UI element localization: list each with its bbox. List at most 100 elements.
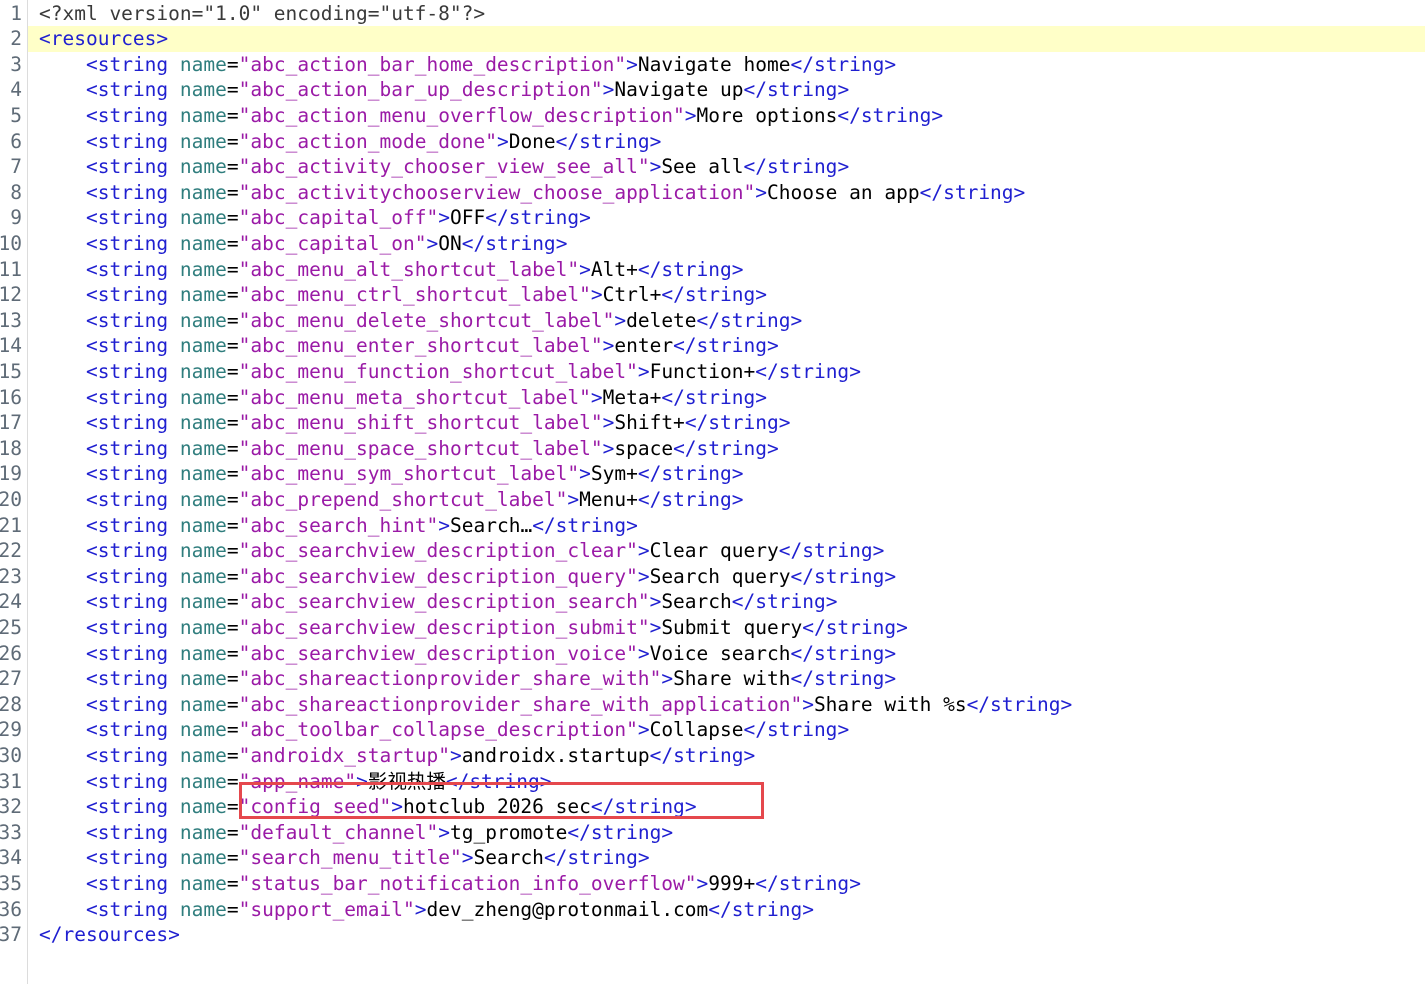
tag-bracket: < — [85, 590, 98, 614]
tag-name: string — [97, 180, 169, 204]
tag-bracket: </ — [731, 590, 756, 614]
code-line[interactable]: </resources> — [28, 922, 1425, 948]
tag-name: string — [97, 359, 169, 383]
tag-bracket: </ — [637, 462, 662, 486]
code-line[interactable]: <string name="abc_shareactionprovider_sh… — [28, 666, 1425, 692]
code-line[interactable]: <string name="abc_activity_chooser_view_… — [28, 154, 1425, 180]
attribute-quote: " — [449, 846, 462, 870]
code-line[interactable]: <string name="abc_capital_off">OFF</stri… — [28, 205, 1425, 231]
code-line[interactable]: <string name="abc_search_hint">Search…</… — [28, 513, 1425, 539]
string-resource-name: abc_shareactionprovider_share_with — [250, 667, 650, 691]
code-line[interactable]: <string name="abc_menu_function_shortcut… — [28, 359, 1425, 385]
code-line[interactable]: <string name="abc_searchview_description… — [28, 641, 1425, 667]
attribute-equals: = — [226, 78, 239, 102]
tag-bracket: > — [414, 897, 427, 921]
code-line[interactable]: <string name="app_name">影视热播</string> — [28, 769, 1425, 795]
attribute-name: name — [179, 743, 227, 767]
tag-bracket: > — [602, 411, 615, 435]
code-line[interactable]: <string name="abc_activitychooserview_ch… — [28, 180, 1425, 206]
string-resource-name: abc_action_bar_home_description — [250, 52, 615, 76]
line-number: 13 — [0, 308, 22, 332]
line-number: 7 — [10, 155, 22, 179]
attribute-name: name — [179, 359, 227, 383]
code-line[interactable]: <string name="abc_prepend_shortcut_label… — [28, 487, 1425, 513]
code-line[interactable]: <string name="abc_menu_meta_shortcut_lab… — [28, 385, 1425, 411]
code-line[interactable]: <string name="abc_searchview_description… — [28, 564, 1425, 590]
attribute-quote: " — [379, 795, 392, 819]
string-resource-name: config_seed — [250, 795, 380, 819]
tag-name: string — [97, 334, 169, 358]
string-resource-value: tg_promote — [450, 820, 568, 844]
tag-bracket: > — [579, 206, 591, 230]
line-number: 35 — [0, 871, 22, 895]
code-line[interactable]: <resources> — [28, 26, 1425, 52]
tag-name: string — [485, 231, 556, 255]
code-line[interactable]: <string name="abc_searchview_description… — [28, 589, 1425, 615]
code-line[interactable]: <?xml version="1.0" encoding="utf-8"?> — [28, 1, 1425, 27]
attribute-name: name — [179, 283, 227, 307]
tag-name: string — [508, 206, 580, 230]
code-line[interactable]: <string name="status_bar_notification_in… — [28, 871, 1425, 897]
tag-bracket: > — [884, 564, 897, 588]
code-line[interactable]: <string name="androidx_startup">androidx… — [28, 743, 1425, 769]
code-line[interactable]: <string name="abc_menu_enter_shortcut_la… — [28, 333, 1425, 359]
line-number: 20 — [0, 487, 22, 511]
code-line[interactable]: <string name="abc_menu_space_shortcut_la… — [28, 436, 1425, 462]
tag-bracket: </ — [543, 846, 568, 870]
tag-bracket: < — [85, 462, 98, 486]
code-line[interactable]: <string name="search_menu_title">Search<… — [28, 845, 1425, 871]
code-line[interactable]: <string name="abc_menu_shift_shortcut_la… — [28, 410, 1425, 436]
tag-bracket: > — [731, 487, 744, 511]
string-resource-value: Choose an app — [766, 180, 920, 204]
xml-code-editor[interactable]: 1 2 3 4 5 6 7 8 9 10 11 12 13 14 15 16 17 18 19 20 21 22 23 24 2… — [0, 0, 1425, 984]
tag-bracket: </ — [567, 820, 591, 844]
line-number: 22 — [0, 539, 22, 563]
string-resource-name: abc_menu_delete_shortcut_label — [250, 308, 603, 332]
tag-bracket: > — [567, 487, 580, 511]
line-number: 19 — [0, 462, 22, 486]
code-line[interactable]: <string name="abc_searchview_description… — [28, 538, 1425, 564]
tag-bracket: > — [637, 718, 650, 742]
code-line[interactable]: <string name="abc_menu_alt_shortcut_labe… — [28, 257, 1425, 283]
string-resource-value: dev_zheng@protonmail.com — [426, 897, 709, 921]
code-line[interactable]: <string name="abc_menu_delete_shortcut_l… — [28, 308, 1425, 334]
code-line[interactable]: <string name="abc_shareactionprovider_sh… — [28, 692, 1425, 718]
code-line[interactable]: <string name="config_seed">hotclub_2026_… — [28, 794, 1425, 820]
tag-name: string — [97, 257, 169, 281]
attribute-quote: " — [238, 667, 251, 691]
code-line[interactable]: <string name="abc_action_bar_home_descri… — [28, 52, 1425, 78]
code-line[interactable]: <string name="abc_action_bar_up_descript… — [28, 77, 1425, 103]
attribute-quote: " — [238, 743, 251, 767]
tag-name: string — [97, 718, 169, 742]
line-number: 11 — [0, 257, 22, 281]
tag-bracket: < — [85, 257, 98, 281]
attribute-quote: " — [238, 206, 251, 230]
tag-bracket: > — [884, 641, 897, 665]
code-line[interactable]: <string name="abc_menu_sym_shortcut_labe… — [28, 461, 1425, 487]
code-line[interactable]: <string name="abc_capital_on">ON</string… — [28, 231, 1425, 257]
code-line[interactable]: <string name="abc_menu_ctrl_shortcut_lab… — [28, 282, 1425, 308]
attribute-quote: " — [579, 283, 591, 307]
tag-bracket: </ — [637, 487, 662, 511]
code-line[interactable]: <string name="abc_action_menu_overflow_d… — [28, 103, 1425, 129]
tag-bracket: > — [438, 206, 450, 230]
tag-bracket: </ — [590, 795, 615, 819]
code-line[interactable]: <string name="default_channel">tg_promot… — [28, 820, 1425, 846]
string-resource-value: Share with — [673, 667, 791, 691]
code-line[interactable]: <string name="abc_toolbar_collapse_descr… — [28, 717, 1425, 743]
tag-bracket: </ — [445, 769, 470, 793]
code-line[interactable]: <string name="abc_action_mode_done">Done… — [28, 129, 1425, 155]
tag-name: string — [97, 308, 169, 332]
tag-name: string — [579, 129, 650, 153]
tag-bracket: < — [85, 436, 98, 460]
attribute-quote: " — [238, 257, 251, 281]
tag-bracket: < — [85, 871, 98, 895]
code-line[interactable]: <string name="support_email">dev_zheng@p… — [28, 897, 1425, 923]
string-resource-value: Collapse — [649, 718, 744, 742]
tag-bracket: < — [85, 539, 98, 563]
tag-bracket: < — [85, 206, 98, 230]
code-area[interactable]: <?xml version="1.0" encoding="utf-8"?> <r… — [28, 0, 1425, 984]
tag-name: string — [684, 283, 756, 307]
code-line[interactable]: <string name="abc_searchview_description… — [28, 615, 1425, 641]
tag-name: string — [708, 411, 779, 435]
